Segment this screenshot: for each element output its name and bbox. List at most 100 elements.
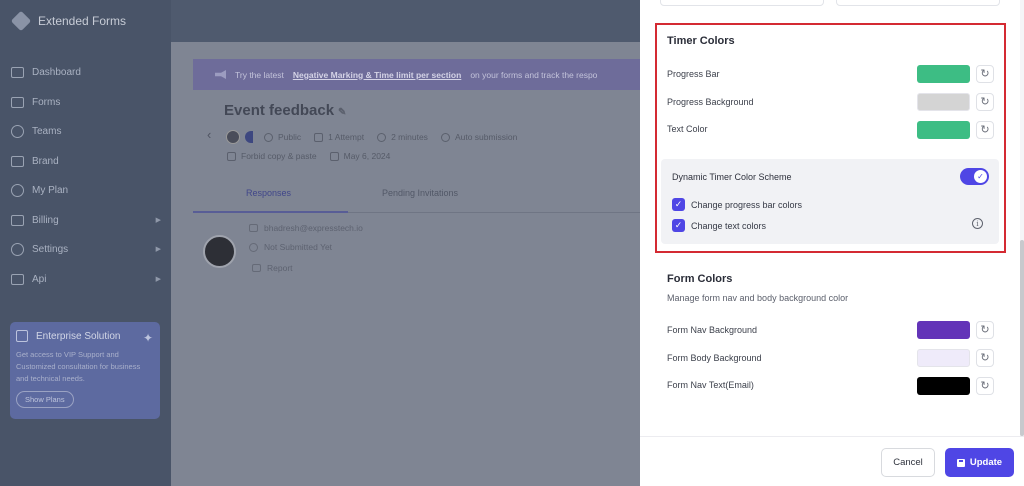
banner-prefix: Try the latest xyxy=(235,69,284,80)
sidebar-item-label: Dashboard xyxy=(32,67,81,79)
tab-responses[interactable]: Responses xyxy=(246,188,291,198)
checkbox-checked-icon[interactable]: ✓ xyxy=(672,198,685,211)
clock-icon xyxy=(440,132,450,142)
sidebar-item-forms[interactable]: Forms xyxy=(11,88,161,118)
top-bar xyxy=(171,0,640,42)
settings-icon xyxy=(11,243,24,257)
teams-icon xyxy=(11,125,24,139)
text-color-label: Text Color xyxy=(667,124,708,134)
brand[interactable]: Extended Forms xyxy=(10,10,127,32)
duration-label: 2 minutes xyxy=(391,132,428,142)
building-icon xyxy=(16,330,28,342)
chevron-right-icon: ▶ xyxy=(155,275,161,283)
promo-banner: Try the latest Negative Marking & Time l… xyxy=(193,59,653,90)
sidebar-item-api[interactable]: Api ▶ xyxy=(11,265,161,295)
dynamic-scheme-title: Dynamic Timer Color Scheme xyxy=(672,172,792,182)
main-content: Try the latest Negative Marking & Time l… xyxy=(171,42,653,486)
sidebar-item-brand[interactable]: Brand xyxy=(11,147,161,177)
enterprise-card: Enterprise Solution ✦ Get access to VIP … xyxy=(10,322,160,419)
sidebar-item-settings[interactable]: Settings ▶ xyxy=(11,235,161,265)
change-progress-bar-option[interactable]: ✓ Change progress bar colors xyxy=(672,198,802,211)
checkbox-checked-icon[interactable]: ✓ xyxy=(672,219,685,232)
forms-icon xyxy=(11,96,24,108)
document-icon xyxy=(252,264,261,272)
chevron-left-icon[interactable]: ‹ xyxy=(207,127,211,142)
form-nav-text-label: Form Nav Text(Email) xyxy=(667,380,754,390)
reset-icon[interactable]: ↻ xyxy=(976,93,994,111)
sparkle-icon: ✦ xyxy=(142,331,153,345)
update-button[interactable]: Update xyxy=(945,448,1014,477)
respondent-email: bhadresh@expresstech.io xyxy=(264,223,363,233)
form-nav-background-swatch[interactable] xyxy=(917,321,970,339)
sidebar: Extended Forms Dashboard Forms Teams Bra… xyxy=(0,0,171,486)
form-title-text: Event feedback xyxy=(224,102,335,119)
copy-icon xyxy=(227,151,236,161)
date-label: May 6, 2024 xyxy=(343,151,391,161)
users-icon xyxy=(264,132,273,142)
progress-bar-swatch[interactable] xyxy=(917,65,970,83)
info-icon xyxy=(249,242,258,252)
top-fields xyxy=(660,0,1000,6)
sidebar-item-label: Forms xyxy=(32,96,61,108)
sidebar-item-my-plan[interactable]: My Plan xyxy=(11,176,161,206)
dynamic-scheme-toggle[interactable]: ✓ xyxy=(960,168,989,185)
reset-icon[interactable]: ↻ xyxy=(976,377,994,395)
plan-icon xyxy=(11,184,24,198)
info-icon[interactable]: i xyxy=(972,218,983,229)
respondent-email-row: bhadresh@expresstech.io xyxy=(249,223,363,233)
form-colors-subtitle: Manage form nav and body background colo… xyxy=(667,293,849,303)
dynamic-scheme-card: Dynamic Timer Color Scheme ✓ ✓ Change pr… xyxy=(661,159,999,244)
attempts-label: 1 Attempt xyxy=(328,132,365,142)
sidebar-item-label: Teams xyxy=(32,126,62,138)
reset-icon[interactable]: ↻ xyxy=(976,349,994,367)
sidebar-item-label: Brand xyxy=(32,155,59,167)
show-plans-button[interactable]: Show Plans xyxy=(16,391,74,408)
megaphone-icon xyxy=(215,70,226,79)
top-field-left[interactable] xyxy=(660,0,824,6)
api-icon xyxy=(11,273,24,285)
stopwatch-icon xyxy=(377,132,387,142)
respondent-avatar xyxy=(203,235,236,268)
sidebar-item-label: Api xyxy=(32,273,47,285)
sidebar-item-label: My Plan xyxy=(32,185,69,197)
edit-square-icon xyxy=(314,132,324,142)
chevron-right-icon: ▶ xyxy=(155,216,161,224)
report-label: Report xyxy=(267,263,293,273)
report-link[interactable]: Report xyxy=(252,263,293,273)
form-title: Event feedback ✎ xyxy=(224,102,346,119)
timer-colors-title: Timer Colors xyxy=(667,35,735,47)
sidebar-item-teams[interactable]: Teams xyxy=(11,117,161,147)
sidebar-item-billing[interactable]: Billing ▶ xyxy=(11,206,161,236)
progress-background-swatch[interactable] xyxy=(917,93,970,111)
copy-label: Forbid copy & paste xyxy=(241,151,317,161)
submission-label: Auto submission xyxy=(454,132,518,142)
form-colors-title: Form Colors xyxy=(667,273,733,285)
banner-link[interactable]: Negative Marking & Time limit per sectio… xyxy=(293,70,461,80)
logo-icon xyxy=(10,10,32,32)
reset-icon[interactable]: ↻ xyxy=(976,65,994,83)
cancel-button[interactable]: Cancel xyxy=(881,448,935,477)
top-field-right[interactable] xyxy=(836,0,1000,6)
theme-icon xyxy=(245,131,253,143)
check-icon: ✓ xyxy=(974,170,987,183)
chevron-right-icon: ▶ xyxy=(155,246,161,253)
text-color-swatch[interactable] xyxy=(917,121,970,139)
dashboard-icon xyxy=(11,67,24,79)
mail-icon xyxy=(249,224,258,232)
pencil-icon[interactable]: ✎ xyxy=(338,107,346,118)
sidebar-item-dashboard[interactable]: Dashboard xyxy=(11,58,161,88)
respondent-status-row: Not Submitted Yet xyxy=(249,242,332,252)
form-meta-secondary: Forbid copy & paste May 6, 2024 xyxy=(227,151,390,161)
form-nav-text-swatch[interactable] xyxy=(917,377,970,395)
tab-pending-invitations[interactable]: Pending Invitations xyxy=(382,188,458,198)
form-avatar xyxy=(226,130,240,144)
reset-icon[interactable]: ↻ xyxy=(976,121,994,139)
brand-icon xyxy=(11,155,24,167)
scrollbar-thumb[interactable] xyxy=(1020,240,1024,436)
change-text-colors-option[interactable]: ✓ Change text colors xyxy=(672,219,766,232)
brand-name: Extended Forms xyxy=(38,14,127,28)
calendar-icon xyxy=(329,151,339,161)
reset-icon[interactable]: ↻ xyxy=(976,321,994,339)
form-body-background-swatch[interactable] xyxy=(917,349,970,367)
update-label: Update xyxy=(969,457,1003,468)
